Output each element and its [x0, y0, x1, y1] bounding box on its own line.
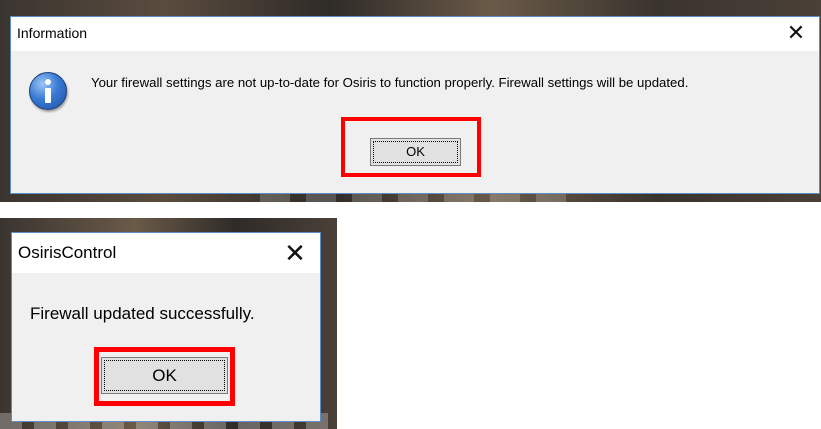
dialog-title: Information [17, 25, 88, 41]
highlight-box [341, 117, 481, 177]
close-icon[interactable]: ✕ [270, 233, 320, 273]
highlight-box [94, 347, 235, 406]
dialog-message: Your firewall settings are not up-to-dat… [91, 75, 689, 90]
dialog-titlebar: Information ✕ [11, 17, 819, 51]
dialog-message: Firewall updated successfully. [30, 304, 255, 323]
close-icon[interactable]: ✕ [773, 17, 819, 51]
info-icon [29, 72, 67, 110]
dialog-title: OsirisControl [18, 243, 117, 262]
dialog-titlebar: OsirisControl ✕ [12, 233, 320, 273]
